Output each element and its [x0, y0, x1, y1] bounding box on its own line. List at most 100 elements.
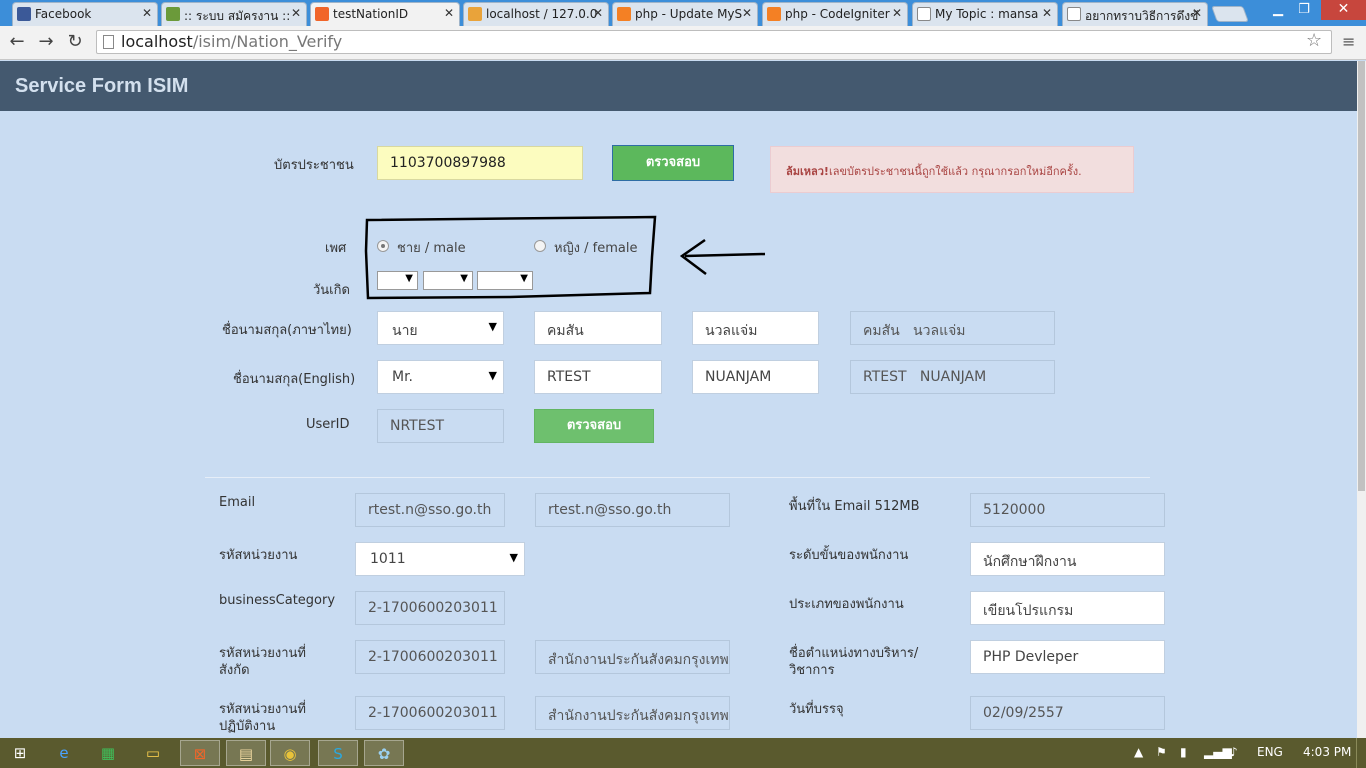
skype-icon[interactable]: S — [318, 740, 358, 766]
annotation-arrow-icon — [679, 238, 766, 275]
site-icon — [166, 7, 180, 21]
tab-testnationid[interactable]: testNationID ✕ — [310, 2, 460, 26]
close-icon[interactable]: ✕ — [593, 6, 603, 20]
tab-facebook[interactable]: Facebook ✕ — [12, 2, 158, 26]
file-explorer-icon[interactable]: ▭ — [133, 740, 173, 766]
english-prefix-select[interactable]: Mr. ▼ — [377, 360, 504, 394]
show-desktop-button[interactable] — [1356, 738, 1366, 768]
text-editor-icon[interactable]: ▤ — [226, 740, 266, 766]
tab-label: Facebook — [35, 7, 92, 21]
close-icon[interactable]: ✕ — [291, 6, 301, 20]
close-icon[interactable]: ✕ — [1192, 6, 1202, 20]
tab-label: php - CodeIgniter — [785, 7, 890, 21]
page-content: Service Form ISIM บัตรประชาชน 1103700897… — [0, 61, 1357, 738]
windows-start-icon[interactable]: ⊞ — [0, 740, 40, 766]
chevron-down-icon: ▼ — [488, 369, 497, 382]
page-icon — [1067, 7, 1081, 21]
maximize-icon[interactable]: ❐ — [1291, 2, 1317, 17]
stackoverflow-icon — [617, 7, 631, 21]
tab-question[interactable]: อยากทราบวิธีการดึงข้ ✕ — [1062, 2, 1208, 26]
workplace-code-display: 2-1700600203011 — [355, 696, 505, 730]
menu-icon[interactable]: ≡ — [1342, 32, 1355, 51]
national-id-input[interactable]: 1103700897988 — [377, 146, 583, 180]
tab-php-update[interactable]: php - Update MyS ✕ — [612, 2, 758, 26]
thai-first-name-input[interactable]: คมสัน — [534, 311, 662, 345]
affiliation-code-display: 2-1700600203011 — [355, 640, 505, 674]
english-first-name-input[interactable]: RTEST — [534, 360, 662, 394]
birth-year-select[interactable]: ▼ — [477, 271, 533, 290]
close-icon[interactable]: ✕ — [742, 6, 752, 20]
tab-phpmyadmin[interactable]: localhost / 127.0.0 ✕ — [463, 2, 609, 26]
employee-level-label: ระดับขั้นของพนักงาน — [789, 548, 909, 563]
employee-level-input[interactable]: นักศึกษาฝึกงาน — [970, 542, 1165, 576]
excel-icon[interactable]: ▦ — [88, 740, 128, 766]
tab-job-system[interactable]: :: ระบบ สมัครงาน :: ✕ — [161, 2, 307, 26]
check-national-id-button[interactable]: ตรวจสอบ — [612, 145, 734, 181]
facebook-icon — [17, 7, 31, 21]
chrome-icon[interactable]: ◉ — [270, 740, 310, 766]
gender-label: เพศ — [325, 241, 347, 256]
close-icon[interactable]: ✕ — [892, 6, 902, 20]
workplace-label-line2: ปฏิบัติงาน — [219, 719, 276, 734]
clock[interactable]: 4:03 PM — [1303, 745, 1351, 759]
browser-tab-strip: Facebook ✕ :: ระบบ สมัครงาน :: ✕ testNat… — [0, 0, 1366, 26]
start-date-display: 02/09/2557 — [970, 696, 1165, 730]
signal-icon[interactable]: ▂▄▆ — [1204, 745, 1232, 759]
stackoverflow-icon — [767, 7, 781, 21]
email-display-secondary: rtest.n@sso.go.th — [535, 493, 730, 527]
tab-label: localhost / 127.0.0 — [486, 7, 598, 21]
flag-icon[interactable]: ⚑ — [1156, 745, 1167, 759]
chevron-down-icon: ▼ — [460, 273, 468, 284]
check-userid-button[interactable]: ตรวจสอบ — [534, 409, 654, 443]
internet-explorer-icon[interactable]: e — [44, 740, 84, 766]
alert-strong: ล้มเหลว! — [786, 165, 829, 178]
browser-toolbar: ← → ↻ localhost/isim/Nation_Verify ☆ ≡ — [0, 26, 1366, 60]
new-tab-button[interactable] — [1211, 6, 1249, 22]
business-category-display: 2-1700600203011 — [355, 591, 505, 625]
language-indicator[interactable]: ENG — [1257, 745, 1283, 759]
page-icon — [103, 35, 114, 49]
birth-day-select[interactable]: ▼ — [377, 271, 418, 290]
employee-type-input[interactable]: เขียนโปรแกรม — [970, 591, 1165, 625]
english-last-name-input[interactable]: NUANJAM — [692, 360, 819, 394]
address-bar[interactable]: localhost/isim/Nation_Verify — [96, 30, 1332, 54]
app-icon[interactable]: ✿ — [364, 740, 404, 766]
position-input[interactable]: PHP Devleper — [970, 640, 1165, 674]
english-name-label: ชื่อนามสกุล(English) — [233, 372, 356, 387]
tab-php-codeigniter[interactable]: php - CodeIgniter ✕ — [762, 2, 908, 26]
unit-code-select[interactable]: 1011 ▼ — [355, 542, 525, 576]
affiliation-name-display: สำนักงานประกันสังคมกรุงเทพ — [535, 640, 730, 674]
close-icon[interactable]: ✕ — [142, 6, 152, 20]
thai-prefix-value: นาย — [392, 323, 418, 339]
gender-female-radio[interactable] — [534, 240, 546, 252]
show-hidden-icons[interactable]: ▲ — [1134, 745, 1143, 759]
battery-icon[interactable]: ▮ — [1180, 745, 1187, 759]
gender-male-radio[interactable] — [377, 240, 389, 252]
phpmyadmin-icon — [468, 7, 482, 21]
email-quota-label: พื้นที่ใน Email 512MB — [789, 499, 920, 514]
alert-message: เลขบัตรประชาชนนี้ถูกใช้แล้ว กรุณากรอกใหม… — [828, 165, 1082, 178]
bookmark-star-icon[interactable]: ☆ — [1306, 30, 1322, 51]
page-scrollbar[interactable] — [1357, 61, 1366, 738]
xampp-icon[interactable]: ⊠ — [180, 740, 220, 766]
chevron-down-icon: ▼ — [509, 551, 518, 564]
tab-label: My Topic : mansa — [935, 7, 1039, 21]
close-window-icon[interactable]: ✕ — [1321, 0, 1366, 20]
thai-last-name-input[interactable]: นวลแจ่ม — [692, 311, 819, 345]
page-icon — [917, 7, 931, 21]
forward-arrow-icon[interactable]: → — [34, 31, 58, 52]
xampp-icon — [315, 7, 329, 21]
tab-my-topic[interactable]: My Topic : mansa ✕ — [912, 2, 1058, 26]
english-prefix-value: Mr. — [392, 369, 413, 385]
close-icon[interactable]: ✕ — [1042, 6, 1052, 20]
volume-icon[interactable]: ♪ — [1230, 745, 1238, 759]
error-alert: ล้มเหลว!เลขบัตรประชาชนนี้ถูกใช้แล้ว กรุณ… — [770, 146, 1134, 193]
close-icon[interactable]: ✕ — [444, 6, 454, 20]
scrollbar-thumb[interactable] — [1358, 61, 1365, 491]
email-quota-display: 5120000 — [970, 493, 1165, 527]
birth-month-select[interactable]: ▼ — [423, 271, 473, 290]
thai-prefix-select[interactable]: นาย ▼ — [377, 311, 504, 345]
minimize-icon[interactable]: ▁ — [1265, 2, 1291, 17]
back-arrow-icon[interactable]: ← — [5, 31, 29, 52]
reload-icon[interactable]: ↻ — [63, 31, 87, 52]
